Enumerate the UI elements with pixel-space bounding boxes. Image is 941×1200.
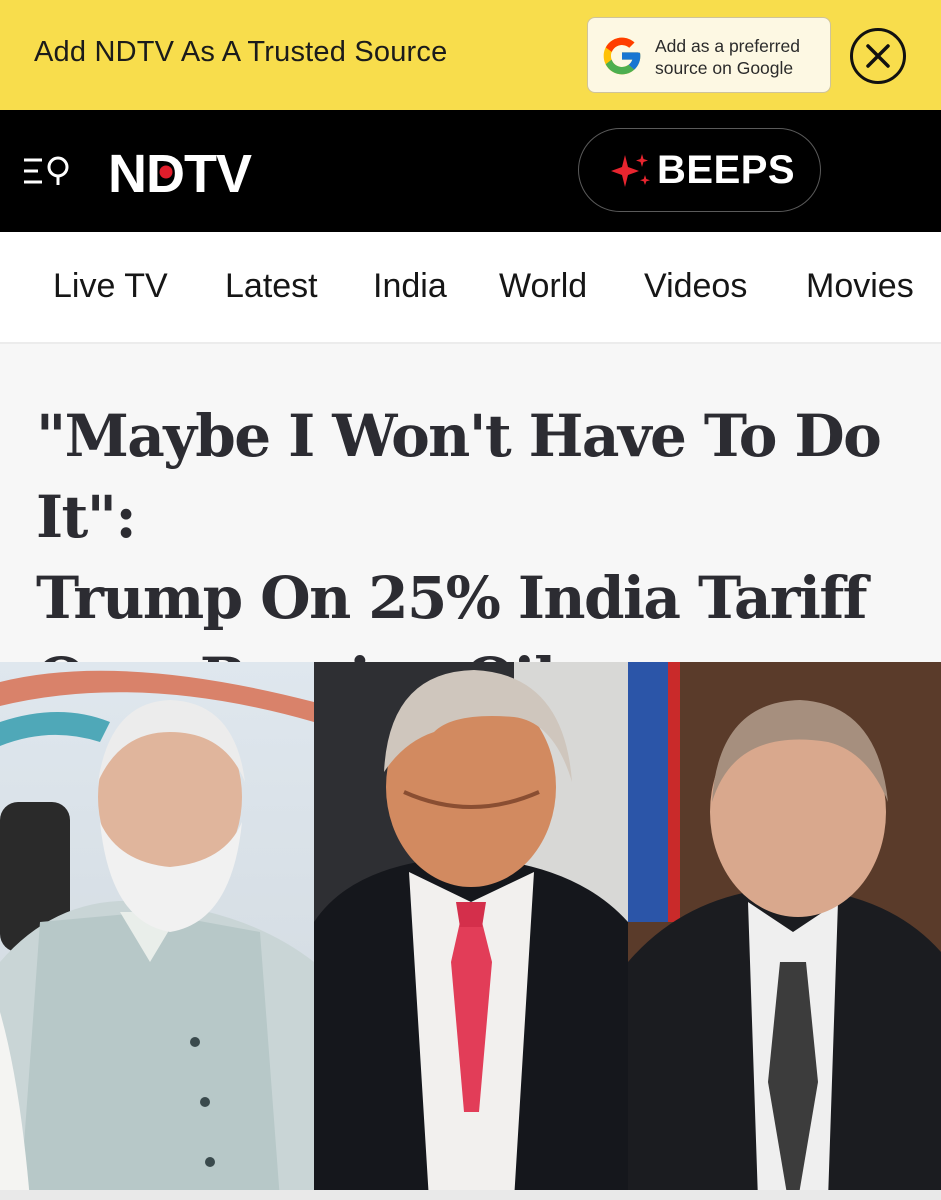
close-icon xyxy=(866,44,890,68)
beeps-button[interactable]: BEEPS xyxy=(578,128,821,212)
google-logo-icon xyxy=(603,37,641,75)
trusted-source-banner: Add NDTV As A Trusted Source Add as a pr… xyxy=(0,0,941,110)
ndtv-logo[interactable]: NDTV xyxy=(108,148,328,196)
banner-text: Add NDTV As A Trusted Source xyxy=(34,36,448,68)
nav-item-live-tv[interactable]: Live TV xyxy=(53,267,168,306)
logo-red-dot xyxy=(159,165,173,179)
headline-line-2: Trump On 25% India Tariff xyxy=(36,564,868,632)
google-button-line1: Add as a preferred xyxy=(655,36,800,56)
nav-item-videos[interactable]: Videos xyxy=(644,267,747,306)
headline-line-1: "Maybe I Won't Have To Do It": xyxy=(36,402,882,551)
hero-image-panel-left xyxy=(0,662,314,1200)
close-banner-button[interactable] xyxy=(850,28,906,84)
site-header: NDTV BEEPS xyxy=(0,110,941,232)
nav-item-movies[interactable]: Movies xyxy=(806,267,914,306)
article-hero-image[interactable] xyxy=(0,662,941,1200)
sparkle-icon xyxy=(611,154,650,187)
bottom-divider xyxy=(0,1190,941,1200)
nav-item-india[interactable]: India xyxy=(373,267,447,306)
google-button-line2: source on Google xyxy=(655,58,794,78)
nav-item-world[interactable]: World xyxy=(499,267,587,306)
google-button-label: Add as a preferred source on Google xyxy=(655,35,825,79)
hero-image-panel-middle xyxy=(314,662,628,1200)
nav-item-latest[interactable]: Latest xyxy=(225,267,318,306)
hero-image-panel-right xyxy=(628,662,941,1200)
beeps-label: BEEPS xyxy=(657,148,796,192)
article-header: "Maybe I Won't Have To Do It": Trump On … xyxy=(0,344,941,713)
main-nav: Live TV Latest India World Videos Movies xyxy=(0,232,941,344)
menu-search-icon[interactable] xyxy=(22,154,78,190)
add-preferred-source-button[interactable]: Add as a preferred source on Google xyxy=(587,17,831,93)
logo-text: NDTV xyxy=(108,148,252,196)
